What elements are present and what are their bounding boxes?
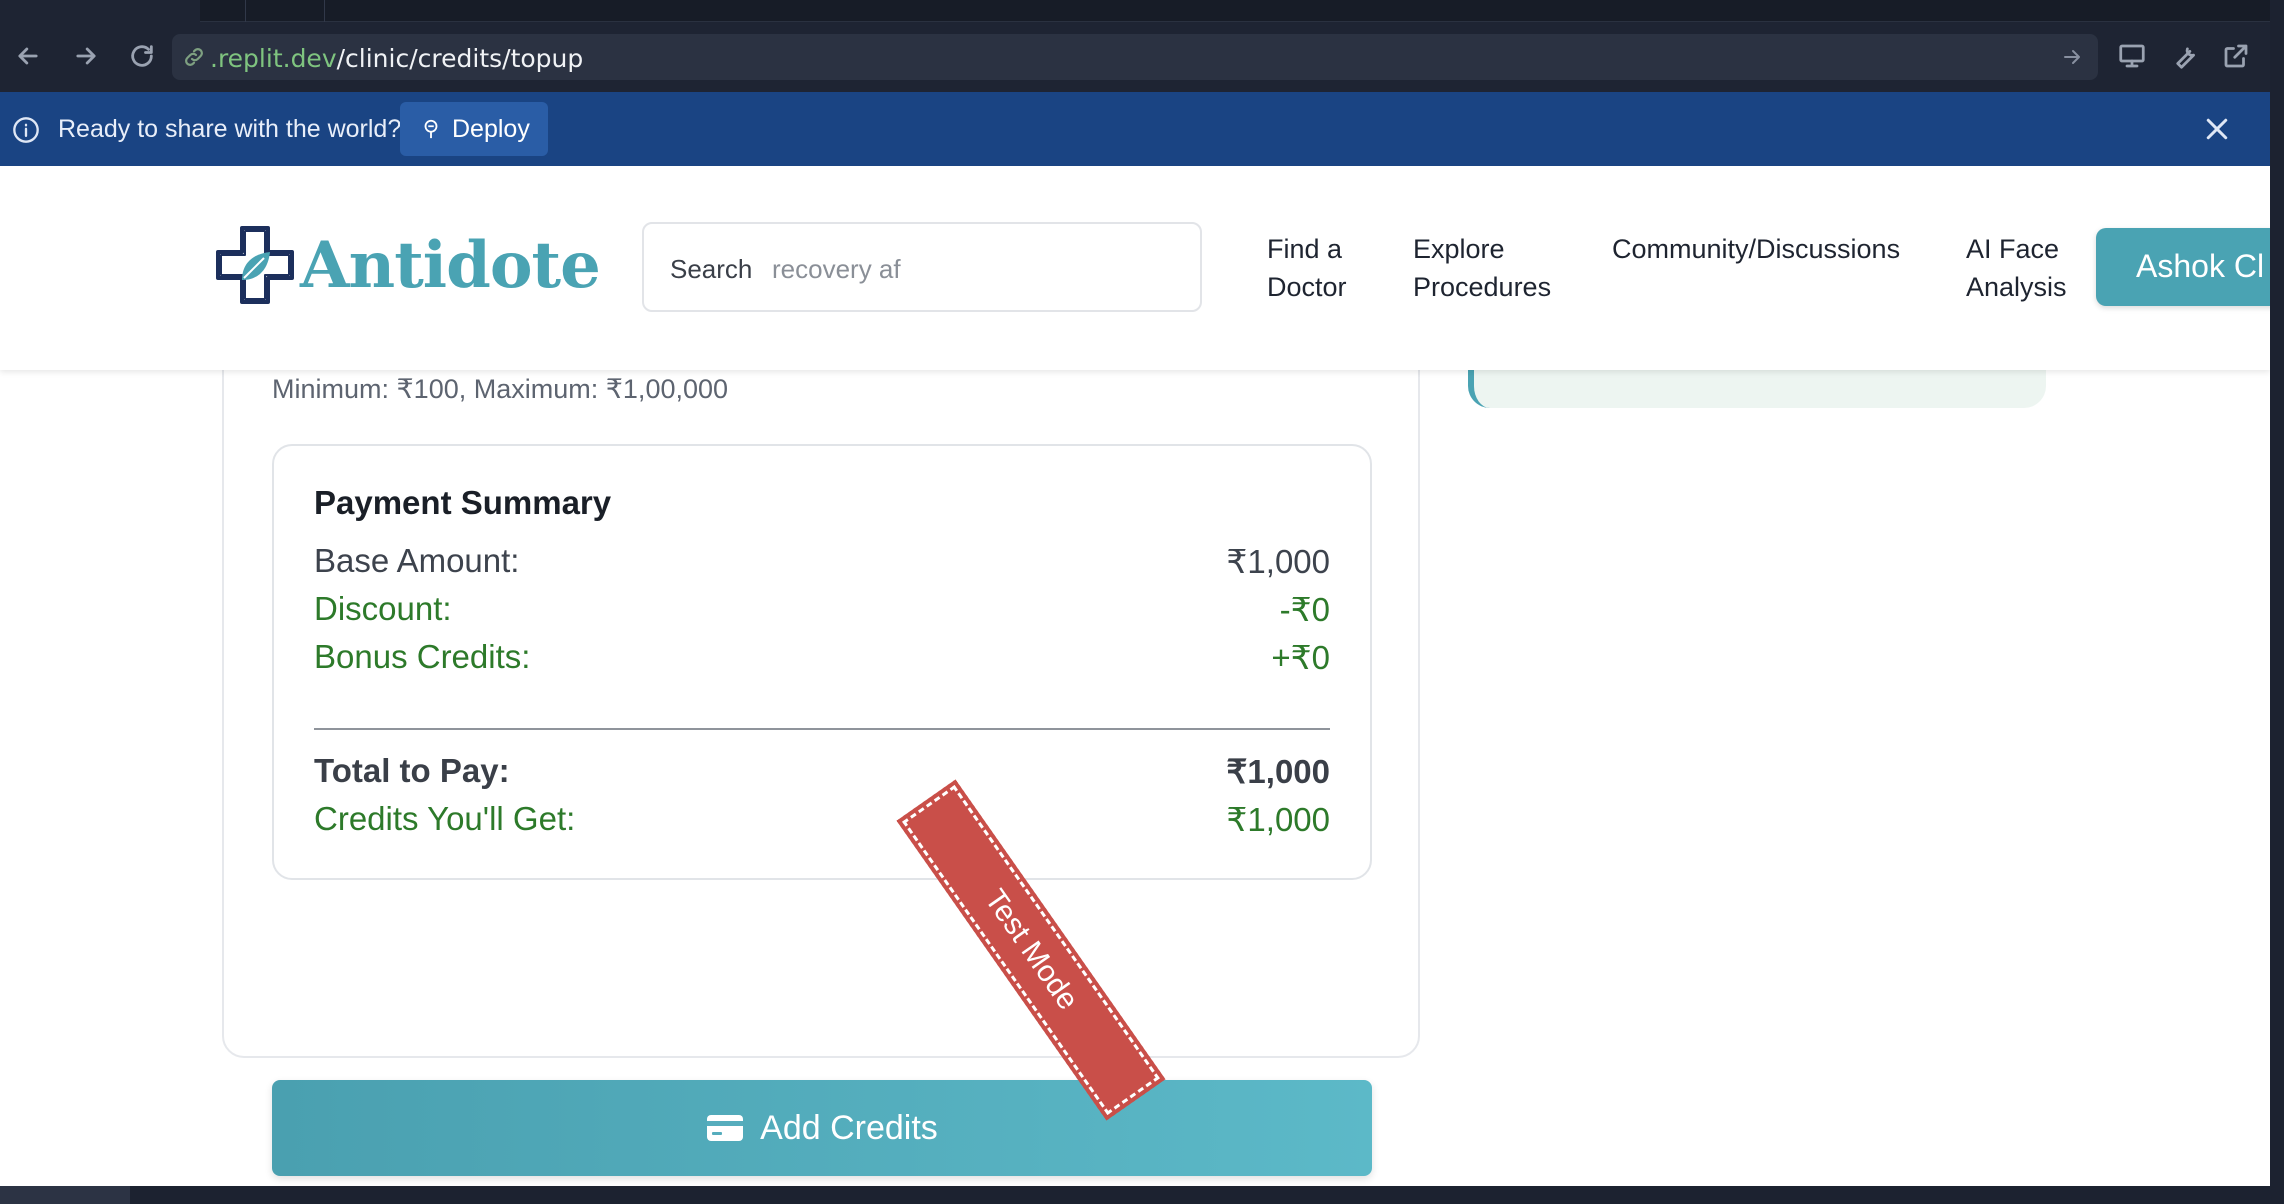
- deploy-icon: [424, 119, 438, 139]
- browser-tab[interactable]: [245, 0, 325, 22]
- browser-tab-strip: [0, 0, 2270, 22]
- brand-name: Antidote: [300, 227, 601, 303]
- reload-icon: [131, 45, 153, 67]
- url-host: .replit.dev: [210, 44, 337, 73]
- reload-button[interactable]: [122, 36, 162, 76]
- base-amount-value: ₹1,000: [1226, 543, 1330, 580]
- url-text: .replit.dev/clinic/credits/topup: [210, 44, 583, 73]
- payment-summary-box: Payment Summary Base Amount: ₹1,000 Disc…: [272, 444, 1372, 880]
- nav-community-line1: Community/Discussions: [1612, 234, 1901, 264]
- info-icon: [12, 116, 40, 144]
- nav-explore-line1: Explore: [1413, 234, 1505, 264]
- banner-message: Ready to share with the world?: [58, 115, 402, 143]
- nav-ai-face-line2: Analysis: [1966, 272, 2067, 302]
- bottom-status-segment: [0, 1186, 130, 1204]
- nav-community[interactable]: Community/Discussions: [1612, 230, 1900, 268]
- web-page: Antidote Search recovery af Find a Docto…: [0, 166, 2270, 1186]
- payment-summary-section: Payment Summary Base Amount: ₹1,000 Disc…: [272, 444, 1372, 1176]
- arrow-left-icon: [18, 47, 38, 65]
- nav-explore-procedures[interactable]: Explore Procedures: [1413, 230, 1551, 306]
- amount-limits-hint: Minimum: ₹100, Maximum: ₹1,00,000: [272, 374, 729, 404]
- go-arrow-icon[interactable]: [2060, 45, 2084, 69]
- site-header: Antidote Search recovery af Find a Docto…: [0, 166, 2270, 370]
- window-right-edge: [2270, 0, 2284, 1204]
- add-credits-button[interactable]: Add Credits: [272, 1080, 1372, 1176]
- devtools-button[interactable]: [2166, 38, 2202, 74]
- summary-divider: [314, 728, 1330, 730]
- user-account-button[interactable]: Ashok Cl: [2096, 228, 2270, 306]
- bonus-credits-label: Bonus Credits:: [314, 638, 531, 675]
- close-icon: [2206, 118, 2228, 140]
- add-credits-label: Add Credits: [760, 1108, 938, 1147]
- credits-you-get-value: ₹1,000: [1226, 801, 1330, 838]
- screen: .replit.dev/clinic/credits/topup Ready t…: [0, 0, 2284, 1204]
- search-value: recovery af: [772, 254, 901, 284]
- base-amount-label: Base Amount:: [314, 542, 520, 579]
- devices-button[interactable]: [2114, 38, 2150, 74]
- wrench-icon: [2176, 47, 2195, 69]
- search-input[interactable]: Search recovery af: [642, 222, 1202, 312]
- url-path: /clinic/credits/topup: [336, 44, 584, 73]
- medical-cross-leaf-icon: [216, 226, 294, 304]
- nav-ai-face-line1: AI Face: [1966, 234, 2060, 264]
- browser-toolbar: .replit.dev/clinic/credits/topup: [0, 22, 2270, 92]
- nav-find-doctor-line2: Doctor: [1267, 272, 1347, 302]
- close-banner-button[interactable]: [2202, 114, 2232, 144]
- monitor-icon: [2119, 44, 2145, 68]
- address-bar[interactable]: .replit.dev/clinic/credits/topup: [172, 34, 2098, 80]
- browser-tab-active[interactable]: [0, 0, 200, 22]
- bonus-credits-value: +₹0: [1271, 639, 1330, 676]
- payment-summary-title: Payment Summary: [314, 484, 612, 521]
- discount-label: Discount:: [314, 590, 452, 627]
- credit-card-icon: [707, 1115, 744, 1141]
- discount-row: Discount: -₹0: [314, 590, 1330, 634]
- bonus-credits-row: Bonus Credits: +₹0: [314, 638, 1330, 682]
- nav-find-doctor[interactable]: Find a Doctor: [1267, 230, 1347, 306]
- bottom-status-bar: [0, 1186, 2270, 1204]
- total-to-pay-label: Total to Pay:: [314, 752, 510, 789]
- discount-value: -₹0: [1279, 591, 1330, 628]
- external-link-icon: [2224, 44, 2248, 68]
- total-to-pay-value: ₹1,000: [1226, 753, 1330, 790]
- deploy-button[interactable]: Deploy: [400, 102, 548, 156]
- nav-find-doctor-line1: Find a: [1267, 234, 1343, 264]
- search-label: Search: [670, 254, 753, 284]
- credits-you-get-label: Credits You'll Get:: [314, 800, 576, 837]
- arrow-right-icon: [76, 47, 96, 65]
- base-amount-row: Base Amount: ₹1,000: [314, 542, 1330, 586]
- total-to-pay-row: Total to Pay: ₹1,000: [314, 752, 1330, 796]
- credits-you-get-row: Credits You'll Get: ₹1,000: [314, 800, 1330, 844]
- back-button[interactable]: [8, 36, 48, 76]
- open-new-tab-button[interactable]: [2218, 38, 2254, 74]
- forward-button[interactable]: [66, 36, 106, 76]
- logo[interactable]: Antidote: [212, 222, 601, 308]
- deploy-banner: Ready to share with the world? Deploy: [0, 92, 2270, 166]
- deploy-label: Deploy: [452, 114, 530, 143]
- nav-explore-line2: Procedures: [1413, 272, 1552, 302]
- link-icon: [182, 45, 206, 69]
- nav-ai-face-analysis[interactable]: AI Face Analysis: [1966, 230, 2067, 306]
